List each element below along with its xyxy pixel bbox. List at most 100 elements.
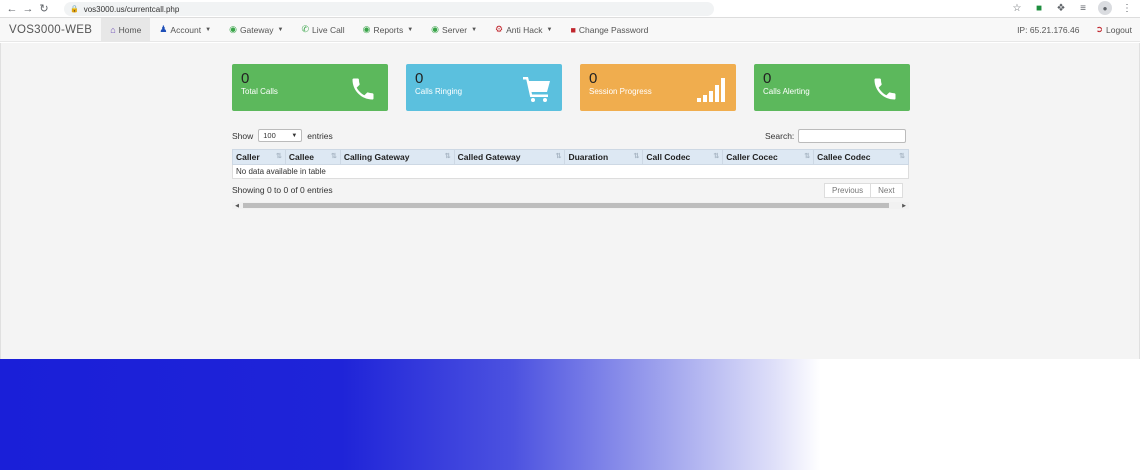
puzzle-icon[interactable]: ❖ xyxy=(1054,1,1068,15)
user-icon: ♟ xyxy=(159,24,168,34)
column-header[interactable]: Calling Gateway ⇅ xyxy=(339,149,455,165)
signal-icon xyxy=(696,74,726,104)
column-header[interactable]: Caller Cocec ⇅ xyxy=(722,149,815,165)
nav-gateway[interactable]: ◉ Gateway ▼ xyxy=(220,18,292,41)
column-header[interactable]: Called Gateway ⇅ xyxy=(453,149,566,165)
previous-button[interactable]: Previous xyxy=(824,183,872,198)
calls-ringing-value: 0 xyxy=(415,70,424,87)
column-header[interactable]: Callee ⇅ xyxy=(284,149,341,165)
entries-label: entries xyxy=(307,130,333,141)
globe-icon: ◉ xyxy=(229,24,237,34)
column-header[interactable]: Duaration ⇅ xyxy=(564,149,644,165)
sort-icon: ⇅ xyxy=(804,153,811,160)
nav-anti-hack[interactable]: ⚙ Anti Hack ▼ xyxy=(486,18,561,41)
sort-icon: ⇅ xyxy=(330,153,337,160)
nav-reports-label: Reports xyxy=(373,24,404,35)
profile-avatar-icon[interactable]: ● xyxy=(1098,1,1112,15)
logout-icon: ➲ xyxy=(1095,24,1103,34)
sort-icon: ⇅ xyxy=(633,153,640,160)
back-icon[interactable]: ← xyxy=(4,1,20,17)
nav-gateway-label: Gateway xyxy=(239,24,274,35)
forward-icon[interactable]: → xyxy=(20,1,36,17)
session-progress-label: Session Progress xyxy=(589,87,652,96)
calls-alerting-value: 0 xyxy=(763,70,772,87)
kebab-menu-icon[interactable]: ⋮ xyxy=(1120,1,1134,15)
caret-down-icon: ▼ xyxy=(546,26,553,33)
phone-icon xyxy=(348,74,378,104)
globe-icon: ◉ xyxy=(362,24,371,34)
playlist-icon[interactable]: ≡ xyxy=(1076,1,1090,15)
calls-ringing-label: Calls Ringing xyxy=(415,87,463,96)
logout-link[interactable]: ➲ Logout xyxy=(1087,18,1140,41)
caret-down-icon: ▼ xyxy=(205,26,212,33)
horizontal-scrollbar[interactable]: ◀ ▶ xyxy=(232,202,909,209)
address-bar[interactable]: 🔒 vos3000.us/currentcall.php xyxy=(64,2,714,16)
cart-icon xyxy=(522,74,552,104)
shield-extension-icon[interactable]: ■ xyxy=(1032,1,1046,15)
current-calls-table: Caller ⇅ Callee ⇅ Calling Gateway ⇅ Called … xyxy=(232,149,909,179)
main-content: 0 Total Calls 0 Calls Ringing 0 Session … xyxy=(0,43,1140,359)
sort-icon: ⇅ xyxy=(899,153,905,160)
nav-account-label: Account xyxy=(170,24,202,35)
column-header[interactable]: Call Codec ⇅ xyxy=(642,149,724,165)
pagination: Previous Next xyxy=(824,183,903,198)
column-header[interactable]: Caller ⇅ xyxy=(232,149,286,165)
cog-icon: ⚙ xyxy=(495,24,504,34)
nav-live-call[interactable]: ✆ Live Call xyxy=(292,18,353,41)
nav-anti-hack-label: Anti Hack xyxy=(506,24,543,35)
sort-icon: ⇅ xyxy=(444,153,451,160)
calls-ringing-card: 0 Calls Ringing xyxy=(406,64,562,111)
lock-icon: 🔒 xyxy=(70,6,79,13)
scrollbar-thumb[interactable] xyxy=(243,203,889,208)
calls-alerting-label: Calls Alerting xyxy=(763,87,810,96)
nav-change-password[interactable]: ■ Change Password xyxy=(561,18,657,41)
search-label: Search: xyxy=(765,131,795,141)
table-header-row: Caller ⇅ Callee ⇅ Calling Gateway ⇅ Called … xyxy=(232,149,909,165)
lock-icon: ■ xyxy=(570,24,576,35)
search-input[interactable] xyxy=(798,129,907,143)
nav-change-password-label: Change Password xyxy=(578,24,649,35)
nav-account[interactable]: ♟ Account ▼ xyxy=(150,18,220,41)
column-header[interactable]: Callee Codec ⇅ xyxy=(813,149,909,165)
nav-server-label: Server xyxy=(442,24,468,35)
nav-live-call-label: Live Call xyxy=(311,24,345,35)
nav-home[interactable]: ⌂ Home xyxy=(101,18,151,41)
caret-down-icon: ▼ xyxy=(407,26,414,33)
top-navbar: VOS3000-WEB ⌂ Home ♟ Account ▼ ◉ Gateway… xyxy=(0,18,1140,42)
decorative-gradient-banner xyxy=(0,359,1140,470)
total-calls-label: Total Calls xyxy=(241,87,278,96)
logout-label: Logout xyxy=(1106,24,1132,35)
entries-select[interactable]: 100 ▼ xyxy=(258,129,303,142)
nav-reports[interactable]: ◉ Reports ▼ xyxy=(354,18,423,41)
nav-server[interactable]: ◉ Server ▼ xyxy=(422,18,486,41)
nav-home-label: Home xyxy=(118,24,142,35)
star-icon[interactable]: ☆ xyxy=(1010,1,1024,15)
calls-alerting-card: 0 Calls Alerting xyxy=(754,64,910,111)
scroll-left-icon[interactable]: ◀ xyxy=(232,203,242,209)
total-calls-value: 0 xyxy=(241,70,250,87)
next-button[interactable]: Next xyxy=(871,183,903,198)
scroll-right-icon[interactable]: ▶ xyxy=(899,203,909,209)
sort-icon: ⇅ xyxy=(276,153,282,160)
session-progress-value: 0 xyxy=(589,70,598,87)
server-ip: IP: 65.21.176.46 xyxy=(1017,24,1080,35)
entries-select-value: 100 xyxy=(263,131,276,140)
empty-table-message: No data available in table xyxy=(232,164,909,179)
address-url: vos3000.us/currentcall.php xyxy=(83,4,180,14)
chevron-down-icon: ▼ xyxy=(291,132,298,139)
home-icon: ⌂ xyxy=(110,24,116,35)
sort-icon: ⇅ xyxy=(555,153,562,160)
total-calls-card: 0 Total Calls xyxy=(232,64,388,111)
phone-icon: ✆ xyxy=(301,24,309,34)
caret-down-icon: ▼ xyxy=(471,26,478,33)
reload-icon[interactable]: ↻ xyxy=(36,1,52,17)
table-search-control: Search: xyxy=(765,129,907,143)
caret-down-icon: ▼ xyxy=(277,26,284,33)
table-info: Showing 0 to 0 of 0 entries xyxy=(232,185,333,195)
brand-logo[interactable]: VOS3000-WEB xyxy=(0,18,101,41)
globe-icon: ◉ xyxy=(431,24,440,34)
show-label: Show xyxy=(232,130,254,141)
browser-toolbar: ← → ↻ 🔒 vos3000.us/currentcall.php ☆ ■ ❖… xyxy=(0,0,1140,18)
phone-icon xyxy=(870,74,900,104)
sort-icon: ⇅ xyxy=(713,153,720,160)
